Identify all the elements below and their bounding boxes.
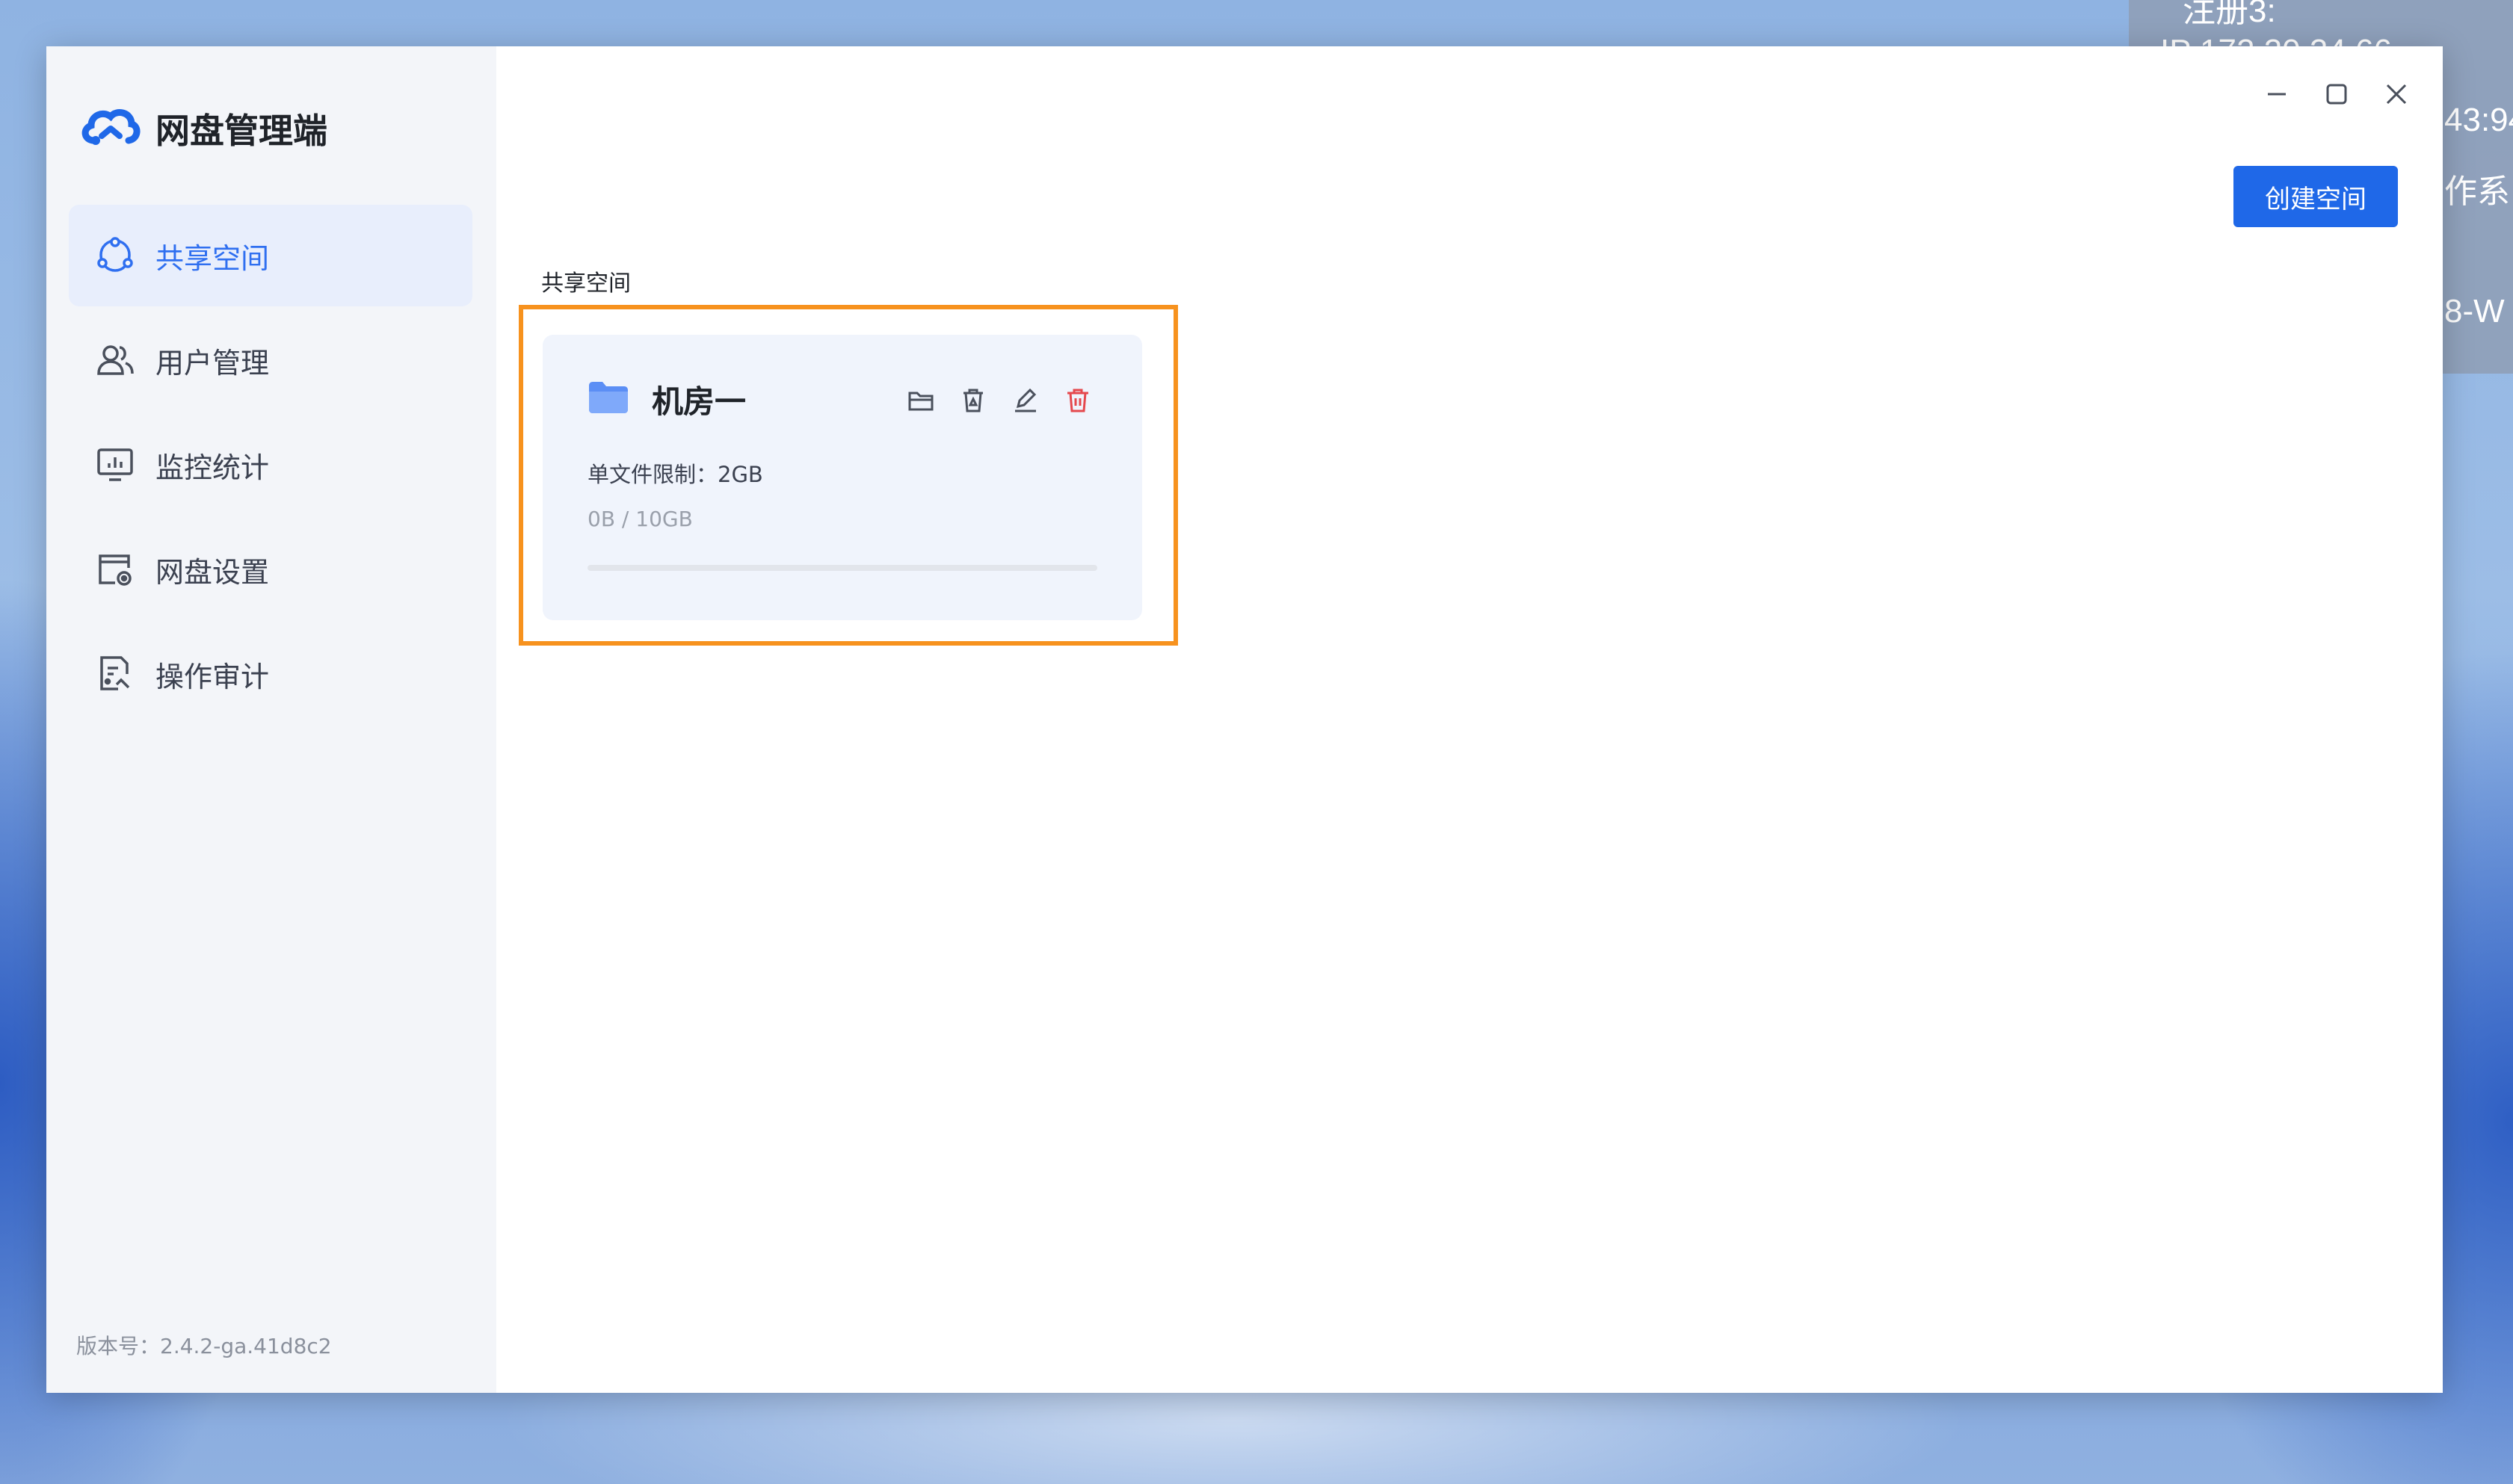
close-icon bbox=[2386, 84, 2407, 105]
open-folder-icon bbox=[908, 392, 934, 411]
open-folder-button[interactable] bbox=[903, 383, 939, 418]
storage-usage: 0B / 10GB bbox=[588, 507, 693, 531]
create-space-button[interactable]: 创建空间 bbox=[2233, 166, 2398, 227]
monitor-chart-icon bbox=[93, 442, 138, 487]
sidebar-item-monitoring[interactable]: 监控统计 bbox=[69, 414, 472, 516]
space-name: 机房一 bbox=[652, 383, 747, 420]
app-title: 网盘管理端 bbox=[155, 111, 327, 151]
delete-button[interactable] bbox=[1060, 383, 1096, 418]
disk-settings-icon bbox=[93, 547, 138, 592]
background-text: 注册3: bbox=[2183, 0, 2276, 29]
sidebar-item-label: 操作审计 bbox=[155, 660, 270, 693]
recycle-bin-button[interactable] bbox=[955, 383, 991, 418]
close-button[interactable] bbox=[2375, 73, 2417, 115]
minimize-button[interactable] bbox=[2256, 73, 2298, 115]
maximize-button[interactable] bbox=[2316, 73, 2358, 115]
app-logo: 网盘管理端 bbox=[79, 99, 327, 158]
app-window: 网盘管理端 共享空间 用户管理 监控统计 网盘设置 操作审计 版本号：2.4.2… bbox=[46, 46, 2443, 1393]
sidebar-item-label: 用户管理 bbox=[155, 346, 270, 380]
sidebar-item-user-management[interactable]: 用户管理 bbox=[69, 309, 472, 411]
recycle-bin-icon bbox=[963, 389, 983, 412]
folder-icon bbox=[588, 380, 629, 418]
share-space-icon bbox=[93, 233, 138, 278]
sidebar-item-disk-settings[interactable]: 网盘设置 bbox=[69, 519, 472, 620]
users-icon bbox=[93, 338, 138, 383]
sidebar-item-shared-space[interactable]: 共享空间 bbox=[69, 205, 472, 306]
audit-document-icon bbox=[93, 652, 138, 696]
sidebar-item-audit[interactable]: 操作审计 bbox=[69, 623, 472, 725]
background-text: 8-W bbox=[2444, 293, 2505, 330]
background-text: 43:94 bbox=[2444, 102, 2513, 138]
delete-icon bbox=[1067, 389, 1088, 412]
edit-button[interactable] bbox=[1008, 383, 1043, 418]
sidebar-item-label: 共享空间 bbox=[155, 241, 270, 275]
version-label: 版本号：2.4.2-ga.41d8c2 bbox=[76, 1334, 332, 1358]
minimize-icon bbox=[2268, 93, 2286, 96]
file-size-limit: 单文件限制：2GB bbox=[588, 462, 763, 487]
maximize-icon bbox=[2326, 84, 2347, 105]
sidebar-item-label: 监控统计 bbox=[155, 451, 270, 484]
section-title: 共享空间 bbox=[541, 270, 631, 297]
edit-icon bbox=[1015, 388, 1037, 412]
cloud-logo-icon bbox=[81, 109, 141, 145]
storage-progress-bar bbox=[588, 565, 1097, 571]
sidebar-item-label: 网盘设置 bbox=[155, 555, 270, 589]
space-card[interactable]: 机房一 单文件限制：2GB 0B / 10GB bbox=[543, 335, 1142, 620]
sidebar: 网盘管理端 共享空间 用户管理 监控统计 网盘设置 操作审计 版本号：2.4.2… bbox=[46, 46, 496, 1393]
background-text: 作系 bbox=[2444, 173, 2510, 210]
